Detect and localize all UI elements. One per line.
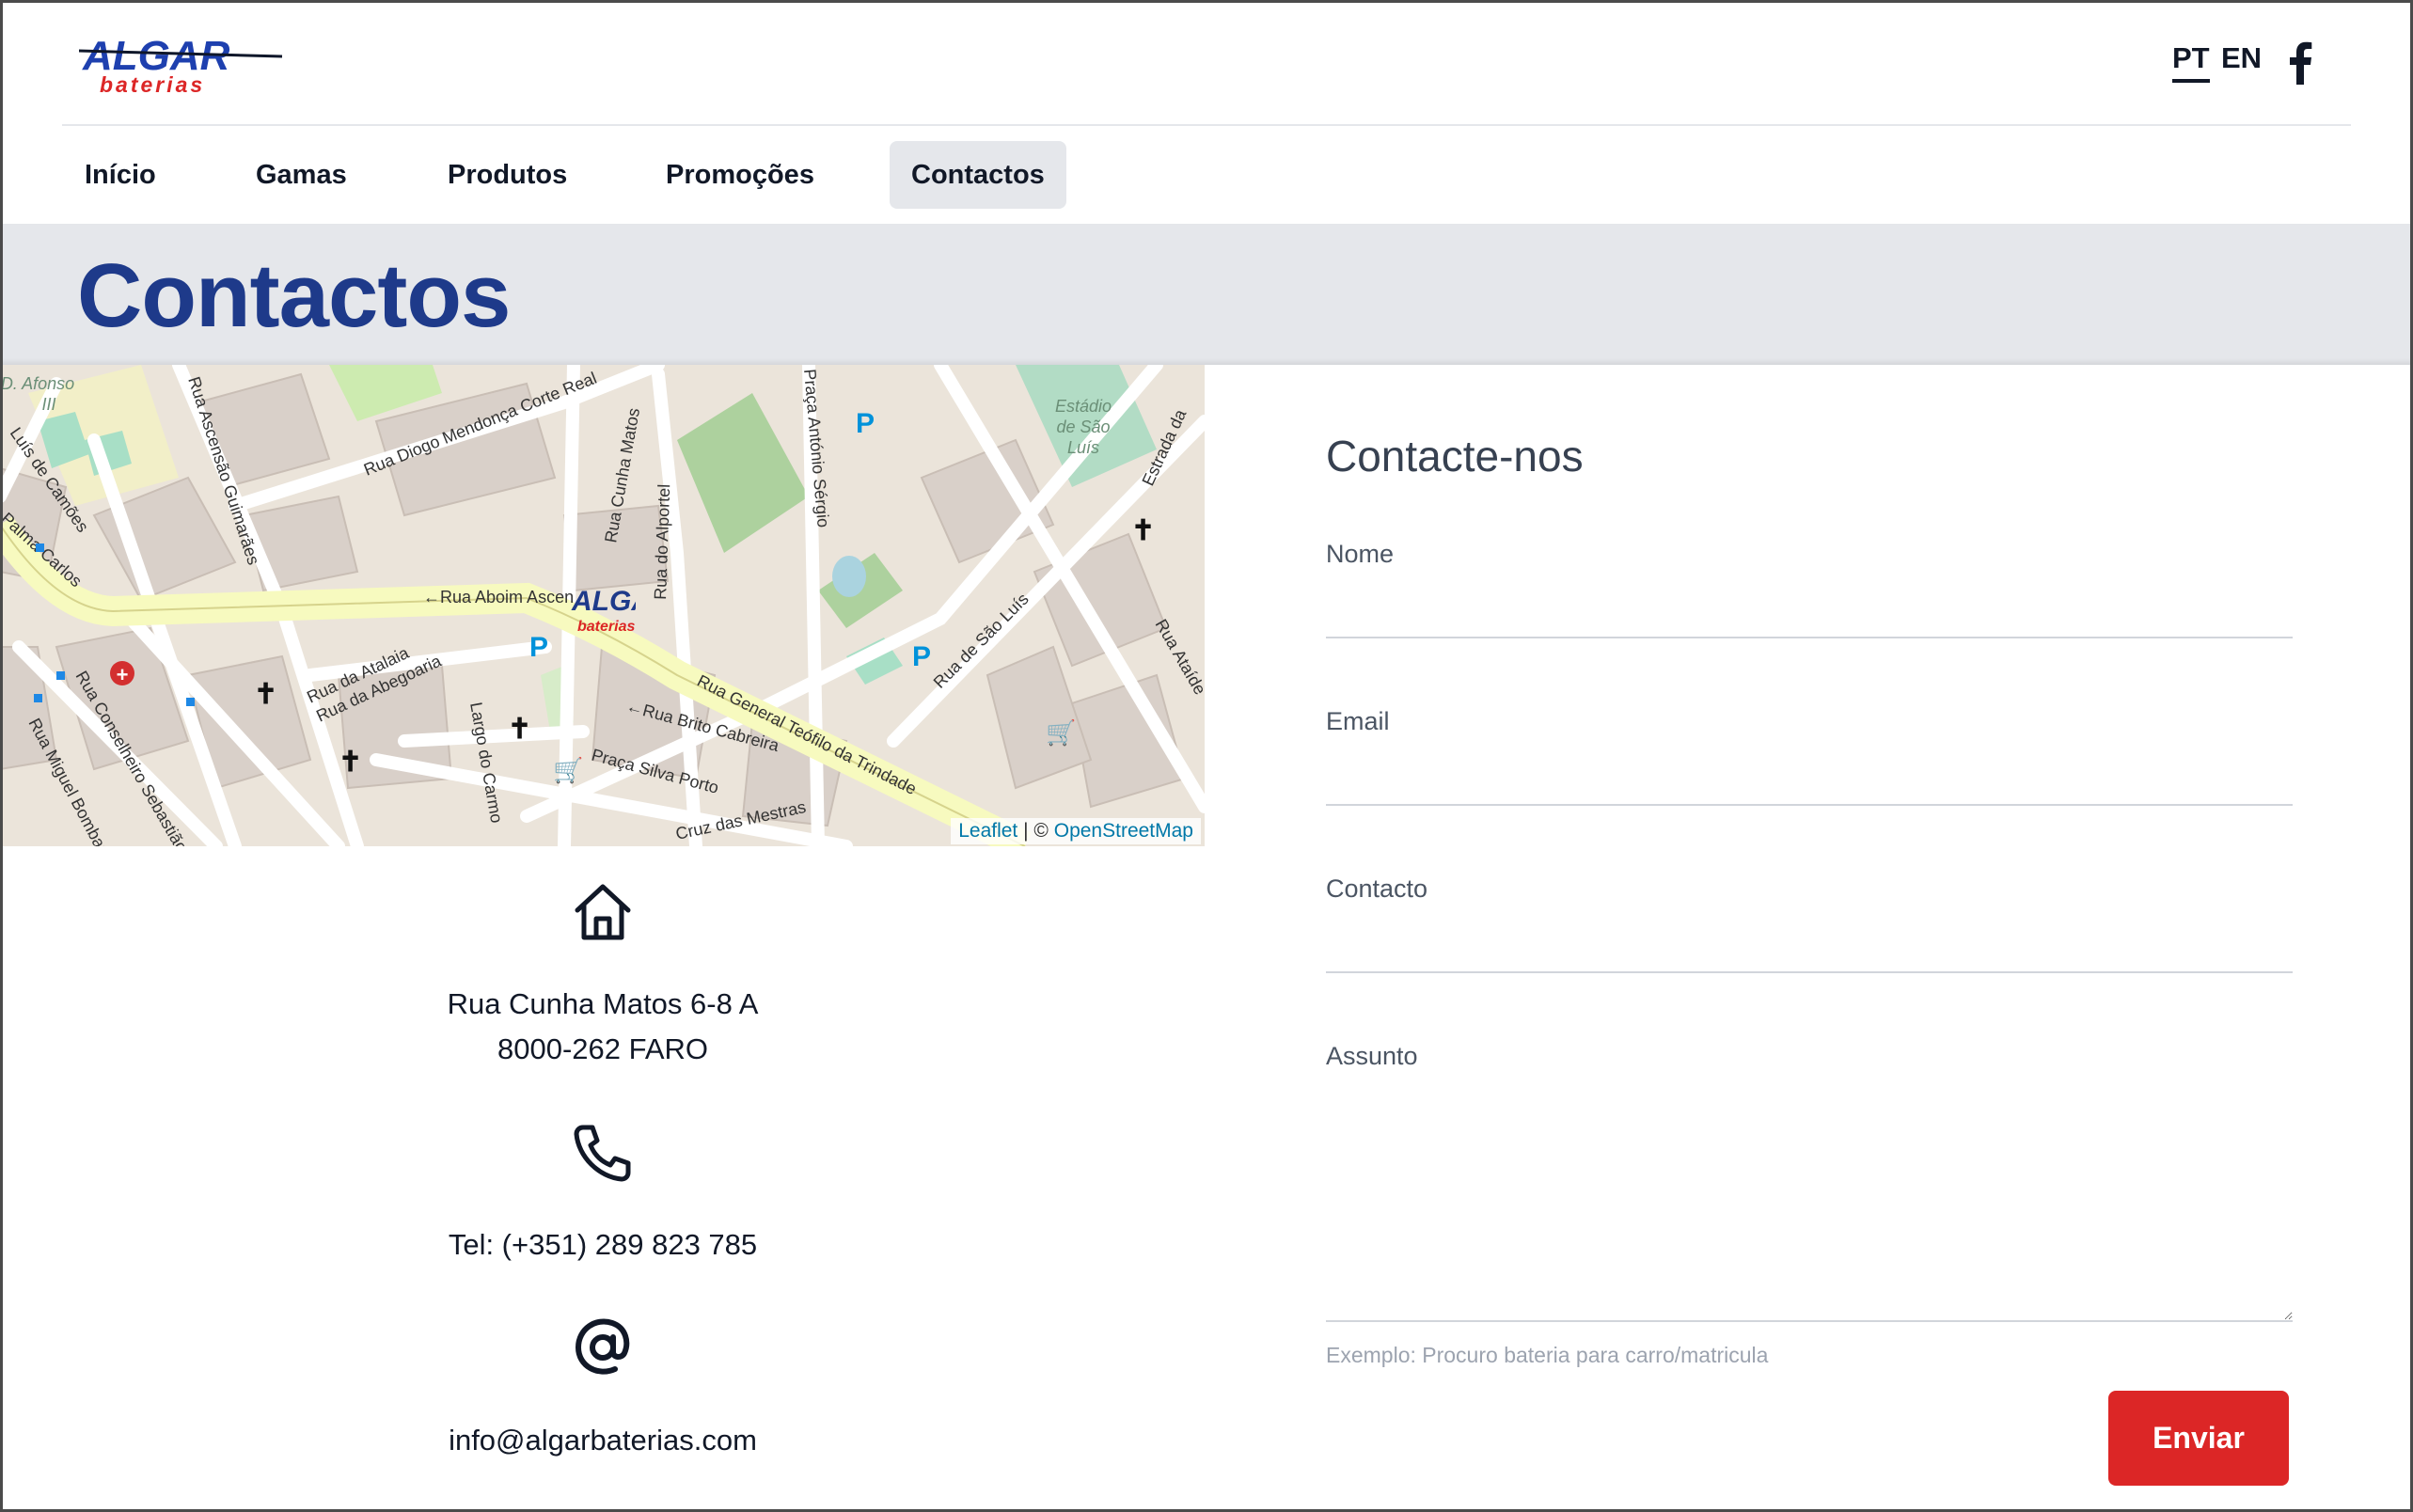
map-marker-text: ALGAR <box>571 586 636 617</box>
subject-textarea[interactable] <box>1326 1100 2293 1322</box>
svg-text:✝: ✝ <box>1131 515 1155 546</box>
svg-text:D. Afonso: D. Afonso <box>1 374 74 393</box>
lang-pt-link[interactable]: PT <box>2172 41 2210 83</box>
svg-text:✝: ✝ <box>254 679 277 710</box>
openstreetmap-link[interactable]: OpenStreetMap <box>1054 820 1193 842</box>
nav-contactos[interactable]: Contactos <box>890 141 1066 209</box>
svg-text:←Rua Aboim Ascen: ←Rua Aboim Ascen <box>423 588 574 606</box>
nav-gamas[interactable]: Gamas <box>234 141 369 209</box>
contact-label: Contacto <box>1326 874 1428 903</box>
facebook-icon[interactable] <box>2287 41 2313 85</box>
phone-number: Tel: (+351) 289 823 785 <box>448 1228 758 1261</box>
svg-text:✝: ✝ <box>508 714 531 745</box>
logo-subtext: baterias <box>100 72 205 96</box>
svg-text:🛒: 🛒 <box>553 756 583 784</box>
nav-inicio[interactable]: Início <box>63 141 178 209</box>
at-icon <box>575 1318 630 1375</box>
contact-field[interactable] <box>1326 913 2293 973</box>
address-line-1: Rua Cunha Matos 6-8 A <box>447 987 759 1020</box>
header-divider <box>62 124 2351 126</box>
form-title: Contacte-nos <box>1326 432 1584 480</box>
subject-label: Assunto <box>1326 1042 1418 1070</box>
map-marker[interactable]: ALGAR baterias <box>570 576 636 642</box>
map-marker-subtext: baterias <box>577 619 635 635</box>
email-address: info@algarbaterias.com <box>449 1424 757 1457</box>
leaflet-link[interactable]: Leaflet <box>958 820 1017 842</box>
svg-text:🛒: 🛒 <box>1046 718 1076 747</box>
phone-icon <box>574 1125 631 1182</box>
svg-text:III: III <box>41 395 55 414</box>
svg-text:P: P <box>529 632 548 663</box>
nav-produtos[interactable]: Produtos <box>426 141 589 209</box>
map-attribution: Leaflet | © OpenStreetMap <box>951 818 1201 844</box>
send-button[interactable]: Enviar <box>2108 1391 2289 1486</box>
svg-text:Estádio: Estádio <box>1055 397 1112 416</box>
address-line-2: 8000-262 FARO <box>497 1032 709 1065</box>
attribution-sep: | © <box>1023 820 1049 842</box>
svg-text:+: + <box>117 663 129 686</box>
name-label: Nome <box>1326 540 1395 568</box>
svg-text:Luís: Luís <box>1067 438 1099 457</box>
name-field[interactable] <box>1326 578 2293 638</box>
subject-helper-text: Exemplo: Procuro bateria para carro/matr… <box>1326 1343 1769 1367</box>
svg-text:de São: de São <box>1056 417 1110 436</box>
email-field[interactable] <box>1326 746 2293 806</box>
location-map[interactable]: ←Rua Aboim Ascen Rua General Teófilo da … <box>0 365 1205 846</box>
home-icon <box>575 884 631 940</box>
algar-logo[interactable]: ALGAR baterias <box>79 30 286 96</box>
svg-text:✝: ✝ <box>339 747 362 778</box>
email-label: Email <box>1326 707 1390 735</box>
site-header: ALGAR baterias PT EN Início Gamas Produt… <box>0 0 2413 224</box>
nav-promocoes[interactable]: Promoções <box>644 141 836 209</box>
svg-text:P: P <box>912 641 931 672</box>
svg-text:P: P <box>856 408 875 439</box>
lang-en-link[interactable]: EN <box>2221 41 2262 75</box>
page-title: Contactos <box>77 245 511 346</box>
